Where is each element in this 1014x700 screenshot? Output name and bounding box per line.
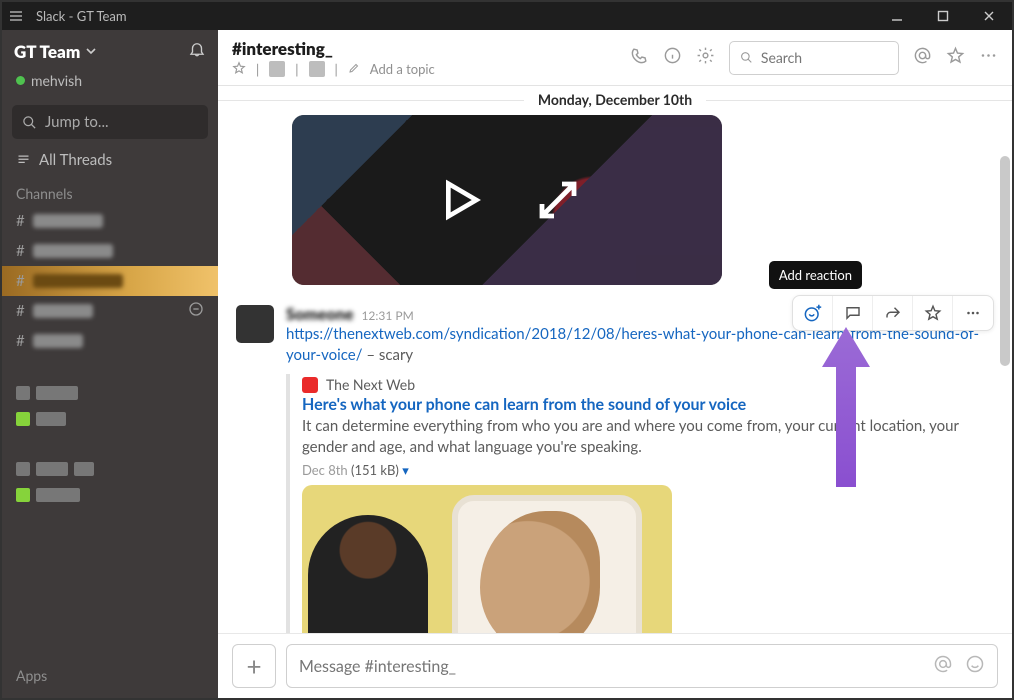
date-divider: Monday, December 10th	[218, 90, 1012, 109]
channel-header: #interesting_ | | | Add a topic	[218, 30, 1012, 86]
edit-icon	[348, 61, 360, 77]
more-icon[interactable]	[979, 46, 998, 69]
star-icon[interactable]	[946, 46, 965, 69]
apps-label[interactable]: Apps	[2, 657, 218, 698]
preview-title[interactable]: Here's what your phone can learn from th…	[302, 395, 994, 414]
member-count-icon[interactable]	[269, 61, 285, 77]
search-box[interactable]	[729, 41, 899, 75]
dm-item[interactable]	[2, 484, 218, 510]
team-name: GT Team	[14, 41, 80, 62]
dm-item[interactable]	[2, 458, 218, 484]
favicon	[302, 377, 318, 393]
channel-item[interactable]: #	[2, 236, 218, 266]
preview-description: It can determine everything from who you…	[302, 416, 994, 458]
bell-icon[interactable]	[188, 40, 206, 62]
composer: +	[218, 633, 1012, 698]
author-name[interactable]: Someone	[286, 305, 353, 324]
play-icon	[432, 172, 488, 228]
save-button[interactable]	[913, 296, 953, 330]
titlebar: Slack - GT Team	[2, 2, 1012, 30]
dm-item[interactable]	[2, 382, 218, 408]
jump-placeholder: Jump to...	[45, 113, 109, 131]
channel-item[interactable]: #	[2, 326, 218, 356]
minimize-button[interactable]	[874, 2, 920, 30]
video-attachment[interactable]	[292, 115, 722, 285]
link-preview: The Next Web Here's what your phone can …	[286, 374, 994, 633]
channel-item[interactable]: #	[2, 206, 218, 236]
sidebar: GT Team mehvish Jump to... All Threads C…	[2, 30, 218, 698]
pin-icon[interactable]	[309, 61, 325, 77]
add-reaction-button[interactable]	[793, 296, 833, 330]
search-icon	[740, 50, 753, 65]
topic-prompt[interactable]: Add a topic	[370, 61, 435, 77]
tooltip: Add reaction	[769, 261, 862, 289]
start-thread-button[interactable]	[833, 296, 873, 330]
avatar[interactable]	[236, 305, 274, 343]
channel-name[interactable]: #interesting_	[232, 38, 435, 59]
all-threads[interactable]: All Threads	[2, 145, 218, 175]
gear-icon[interactable]	[696, 46, 715, 69]
window-title: Slack - GT Team	[30, 8, 127, 24]
channel-item-active[interactable]: #	[2, 266, 218, 296]
chevron-down-icon	[86, 42, 96, 60]
channel-item[interactable]: #	[2, 296, 218, 326]
close-button[interactable]	[966, 2, 1012, 30]
message: Someone 12:31 PM https://thenextweb.com/…	[218, 301, 1012, 633]
team-switcher[interactable]: GT Team	[2, 30, 218, 72]
mentions-icon[interactable]	[913, 46, 932, 69]
share-button[interactable]	[873, 296, 913, 330]
channels-label[interactable]: Channels	[2, 175, 218, 206]
star-icon[interactable]	[232, 61, 246, 78]
message-actions	[792, 295, 994, 331]
info-icon[interactable]	[663, 46, 682, 69]
phone-icon[interactable]	[630, 46, 649, 69]
channel-options-icon[interactable]	[188, 301, 204, 321]
maximize-button[interactable]	[920, 2, 966, 30]
preview-source: The Next Web	[326, 376, 415, 393]
preview-meta: Dec 8th (151 kB) ▾	[302, 462, 994, 479]
preview-image[interactable]	[302, 485, 672, 633]
search-input[interactable]	[761, 49, 888, 66]
emoji-icon[interactable]	[965, 654, 985, 678]
message-pane[interactable]: Monday, December 10th Someone 12:31 PM h…	[218, 86, 1012, 633]
message-input[interactable]	[299, 657, 933, 676]
more-actions-button[interactable]	[953, 296, 993, 330]
expand-icon	[534, 176, 582, 224]
mention-icon[interactable]	[933, 654, 953, 678]
dm-item[interactable]	[2, 408, 218, 434]
presence-indicator	[16, 76, 25, 85]
user-name: mehvish	[31, 72, 82, 89]
caret-down-icon[interactable]: ▾	[402, 462, 409, 478]
hamburger-icon[interactable]	[2, 2, 30, 30]
attach-button[interactable]: +	[232, 644, 276, 688]
current-user[interactable]: mehvish	[2, 72, 218, 99]
jump-to-input[interactable]: Jump to...	[12, 105, 208, 139]
timestamp: 12:31 PM	[361, 308, 413, 323]
main-pane: #interesting_ | | | Add a topic Monday, …	[218, 30, 1012, 698]
